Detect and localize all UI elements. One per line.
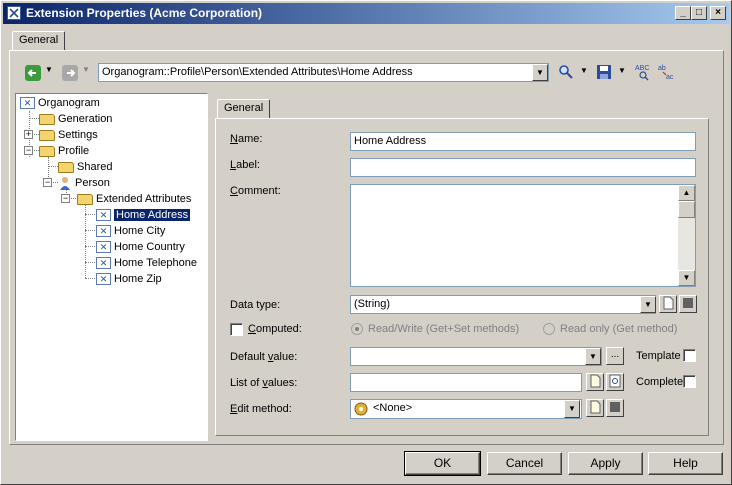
tree-item-home-address[interactable]: ✕ Home Address <box>96 207 191 223</box>
computed-label: Computed: <box>248 323 302 335</box>
tree-item-home-city[interactable]: ✕ Home City <box>96 223 165 239</box>
extended-attribute-icon: ✕ <box>96 241 111 254</box>
default-value-label: Default value: <box>230 351 298 363</box>
template-checkbox[interactable] <box>683 349 696 362</box>
tree-item-generation[interactable]: Generation <box>39 111 112 127</box>
scroll-thumb[interactable] <box>678 201 695 218</box>
path-combobox[interactable]: Organogram::Profile\Person\Extended Attr… <box>98 63 549 82</box>
comment-textarea[interactable] <box>350 184 696 287</box>
comment-scrollbar[interactable]: ▲ ▼ <box>678 185 695 286</box>
minimize-button[interactable]: _ <box>675 6 691 20</box>
scroll-up-icon[interactable]: ▲ <box>678 185 695 201</box>
title-bar: Extension Properties (Acme Corporation) … <box>3 3 730 24</box>
find-dropdown-icon[interactable]: ▼ <box>580 66 588 75</box>
window-title: Extension Properties (Acme Corporation) <box>26 6 263 20</box>
extended-attribute-icon: ✕ <box>96 209 111 222</box>
help-button[interactable]: Help <box>648 452 723 475</box>
tree-item-settings[interactable]: Settings <box>39 127 98 143</box>
read-only-label: Read only (Get method) <box>560 323 678 335</box>
read-write-radio[interactable] <box>351 323 363 335</box>
edit-method-dropdown-icon[interactable]: ▼ <box>564 400 580 418</box>
collapse-person-icon[interactable]: − <box>43 178 52 187</box>
maximize-button[interactable]: □ <box>691 6 707 20</box>
path-dropdown-icon[interactable]: ▼ <box>532 64 548 81</box>
list-of-values-new-icon[interactable] <box>586 373 604 391</box>
model-icon: ✕ <box>20 97 35 110</box>
tree-item-home-country[interactable]: ✕ Home Country <box>96 239 185 255</box>
splitter[interactable] <box>209 93 213 441</box>
tab-general-inner[interactable]: General <box>217 99 271 119</box>
datatype-new-icon[interactable] <box>659 295 677 313</box>
extended-attribute-icon: ✕ <box>96 225 111 238</box>
default-value-ellipsis-button[interactable]: ... <box>606 347 624 365</box>
save-icon[interactable] <box>596 64 612 80</box>
template-label: Template <box>636 350 681 362</box>
list-of-values-search-icon[interactable] <box>606 373 624 391</box>
person-icon <box>58 176 72 191</box>
default-value-dropdown-icon[interactable]: ▼ <box>585 348 601 365</box>
method-icon <box>353 401 369 417</box>
close-button[interactable]: × <box>710 6 726 20</box>
folder-open-icon <box>77 193 93 205</box>
folder-icon <box>58 161 74 173</box>
tree-item-home-zip[interactable]: ✕ Home Zip <box>96 271 162 287</box>
complete-checkbox[interactable] <box>683 375 696 388</box>
extended-attribute-icon: ✕ <box>96 273 111 286</box>
tree-item-profile[interactable]: Profile <box>39 143 89 159</box>
tree-item-home-telephone[interactable]: ✕ Home Telephone <box>96 255 197 271</box>
edit-method-properties-icon[interactable] <box>606 399 624 417</box>
cancel-button[interactable]: Cancel <box>487 452 562 475</box>
apply-button[interactable]: Apply <box>568 452 643 475</box>
list-of-values-input[interactable] <box>350 373 582 392</box>
svg-text:ac: ac <box>666 74 674 81</box>
read-write-label: Read/Write (Get+Set methods) <box>368 323 520 335</box>
complete-label: Complete <box>636 376 684 388</box>
datatype-properties-icon[interactable] <box>679 295 697 313</box>
comment-label: Comment: <box>230 185 281 197</box>
forward-arrow-icon[interactable] <box>62 65 78 81</box>
name-label: Name: <box>230 133 263 145</box>
label-input[interactable] <box>350 158 696 177</box>
ok-button[interactable]: OK <box>404 451 481 476</box>
list-of-values-label: List of values: <box>230 377 298 389</box>
computed-checkbox[interactable] <box>230 323 243 336</box>
collapse-extended-attributes-icon[interactable]: − <box>61 194 70 203</box>
tree-item-person[interactable]: Person <box>58 175 110 191</box>
save-dropdown-icon[interactable]: ▼ <box>618 66 626 75</box>
collapse-profile-icon[interactable]: − <box>24 146 33 155</box>
folder-icon <box>39 113 55 125</box>
datatype-combobox[interactable]: (String) <box>350 295 656 314</box>
back-arrow-icon[interactable] <box>25 65 41 81</box>
spell-check-icon[interactable]: ABC <box>634 62 652 82</box>
svg-text:ABC: ABC <box>635 65 649 72</box>
replace-icon[interactable]: ab ac <box>657 62 677 82</box>
folder-icon <box>39 129 55 141</box>
datatype-label: Data type: <box>230 299 281 311</box>
default-value-combobox[interactable] <box>350 347 602 366</box>
edit-method-new-icon[interactable] <box>586 399 604 417</box>
extension-properties-window: Extension Properties (Acme Corporation) … <box>0 0 732 485</box>
back-dropdown-icon[interactable]: ▼ <box>45 65 53 74</box>
find-icon[interactable] <box>558 64 574 80</box>
tree-item-root[interactable]: ✕ Organogram <box>20 95 100 111</box>
read-only-radio[interactable] <box>543 323 555 335</box>
label-label: Label: <box>230 159 260 171</box>
edit-method-combobox[interactable]: <None> <box>350 399 582 419</box>
extension-tree: ✕ Organogram Generation + Settings − Prof… <box>16 94 207 440</box>
window-app-icon <box>7 6 21 20</box>
datatype-dropdown-icon[interactable]: ▼ <box>640 296 656 313</box>
edit-method-label: Edit method: <box>230 403 292 415</box>
scroll-down-icon[interactable]: ▼ <box>678 270 695 286</box>
folder-open-icon <box>39 145 55 157</box>
name-input[interactable]: Home Address <box>350 132 696 151</box>
forward-dropdown-icon[interactable]: ▼ <box>82 65 90 74</box>
extended-attribute-icon: ✕ <box>96 257 111 270</box>
tree-item-shared[interactable]: Shared <box>58 159 112 175</box>
tree-item-extended-attributes[interactable]: Extended Attributes <box>77 191 191 207</box>
svg-text:ab: ab <box>658 65 666 72</box>
expand-settings-icon[interactable]: + <box>24 130 33 139</box>
tab-general-outer[interactable]: General <box>12 31 66 51</box>
